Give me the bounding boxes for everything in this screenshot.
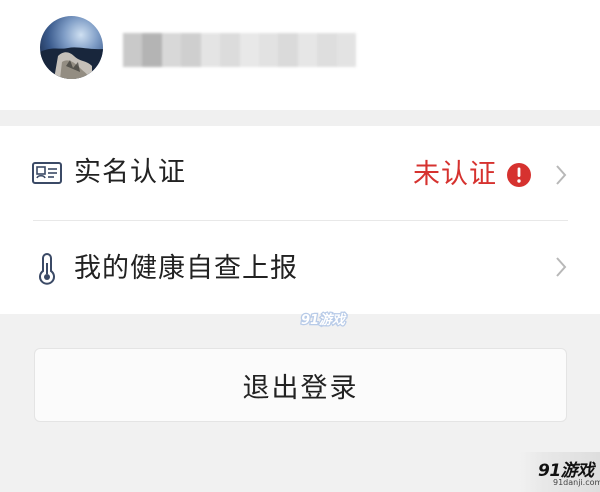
watermark-logo: 91游戏	[300, 311, 349, 329]
watermark-text: 91游戏	[301, 312, 347, 328]
watermark-url: 91danji.com	[553, 478, 600, 487]
corner-watermark: 91游戏 91danji.com	[520, 452, 600, 492]
avatar-image	[40, 47, 103, 79]
settings-list: 实名认证 未认证 我的健康自查上报	[0, 126, 600, 314]
row-divider	[33, 220, 568, 221]
thermometer-icon	[39, 253, 55, 285]
settings-item-label: 我的健康自查上报	[74, 253, 298, 284]
chevron-right-icon	[556, 165, 567, 185]
verification-status: 未认证	[413, 159, 497, 190]
settings-item-health-report[interactable]: 我的健康自查上报	[0, 222, 600, 316]
logout-button[interactable]: 退出登录	[34, 348, 567, 422]
section-gap	[0, 110, 600, 126]
profile-header	[0, 0, 600, 110]
avatar[interactable]	[40, 16, 103, 79]
chevron-right-icon	[556, 257, 567, 277]
settings-item-label: 实名认证	[74, 157, 186, 188]
username-redacted	[123, 33, 357, 67]
exclamation-icon	[507, 163, 531, 187]
id-card-icon	[32, 162, 62, 184]
settings-item-real-name[interactable]: 实名认证 未认证	[0, 126, 600, 221]
